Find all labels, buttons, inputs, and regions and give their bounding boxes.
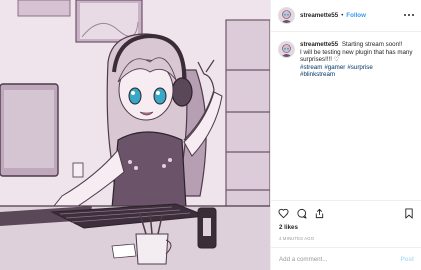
- comment-bar: Post: [271, 247, 421, 270]
- stream-illustration: [0, 0, 270, 270]
- hashtag-link[interactable]: #blinkstream: [300, 71, 335, 78]
- avatar-image: [279, 8, 294, 23]
- header-separator: •: [341, 12, 344, 19]
- post-caption: streamette55 Starting stream soon!! I wi…: [278, 41, 418, 79]
- caption-avatar-image: [279, 42, 294, 57]
- caption-text: streamette55 Starting stream soon!! I wi…: [300, 41, 416, 79]
- post-side-panel: streamette55 • Follow streamette55 Start…: [270, 0, 421, 270]
- avatar[interactable]: [278, 7, 295, 24]
- comment-input[interactable]: [279, 255, 401, 263]
- likes-count[interactable]: 2 likes: [279, 224, 298, 231]
- post-header: streamette55 • Follow: [271, 0, 421, 32]
- share-icon[interactable]: [314, 208, 325, 219]
- post-timestamp: 4 minutes ago: [279, 236, 315, 241]
- hashtag-link[interactable]: #surprise: [347, 64, 372, 71]
- caption-line-2: I will be testing new plugin that has ma…: [300, 48, 413, 64]
- post-comment-button[interactable]: Post: [401, 256, 414, 263]
- heart-icon[interactable]: [278, 208, 289, 219]
- comment-icon[interactable]: [296, 208, 307, 219]
- caption-line-1: Starting stream soon!!: [341, 41, 403, 48]
- hashtag-link[interactable]: #stream: [300, 64, 322, 71]
- action-icon-row: [278, 208, 332, 219]
- post-image[interactable]: [0, 0, 270, 270]
- follow-button[interactable]: Follow: [346, 12, 366, 19]
- bookmark-icon[interactable]: [404, 208, 414, 219]
- hashtag-list: #stream #gamer #surprise #blinkstream: [300, 64, 375, 79]
- header-username[interactable]: streamette55: [300, 12, 338, 19]
- more-options-icon[interactable]: [404, 12, 414, 18]
- hashtag-link[interactable]: #gamer: [324, 64, 345, 71]
- caption-avatar[interactable]: [278, 41, 295, 58]
- caption-username[interactable]: streamette55: [300, 41, 338, 48]
